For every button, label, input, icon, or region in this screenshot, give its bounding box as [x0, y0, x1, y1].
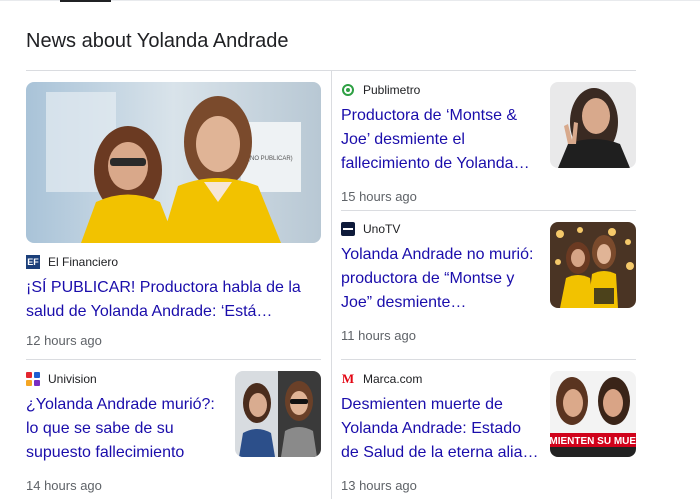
article-card-publimetro: Publimetro Productora de ‘Montse & Joe’ … [341, 82, 541, 204]
article-source: EF El Financiero [26, 254, 321, 270]
article-thumbnail-unotv[interactable] [550, 222, 636, 308]
source-name: Publimetro [363, 83, 421, 97]
univision-icon [26, 372, 40, 386]
article-source: UnoTV [341, 221, 541, 237]
article-time: 11 hours ago [341, 328, 416, 343]
article-source: M Marca.com [341, 371, 541, 387]
article-title-link[interactable]: Yolanda Andrade no murió: productora de … [341, 243, 541, 315]
elfinanciero-icon: EF [26, 255, 40, 269]
article-card-unotv: UnoTV Yolanda Andrade no murió: producto… [341, 221, 541, 343]
article-title-link[interactable]: ¡SÍ PUBLICAR! Productora habla de la sal… [26, 276, 321, 324]
publimetro-icon [341, 83, 355, 97]
article-card-elfinanciero: EF El Financiero ¡SÍ PUBLICAR! Productor… [26, 254, 321, 348]
article-time: 14 hours ago [26, 478, 102, 493]
article-thumbnail-univision[interactable] [235, 371, 321, 457]
source-name: Univision [48, 372, 97, 386]
marca-icon: M [341, 371, 355, 386]
source-name: El Financiero [48, 255, 119, 269]
article-time: 13 hours ago [341, 478, 417, 493]
article-thumbnail-publimetro[interactable] [550, 82, 636, 168]
active-tab-indicator [60, 0, 111, 2]
row-divider-right-2 [341, 359, 636, 360]
article-title-link[interactable]: ¿Yolanda Andrade murió?: lo que se sabe … [26, 393, 226, 465]
article-card-marca: M Marca.com Desmienten muerte de Yolanda… [341, 371, 541, 493]
section-heading: News about Yolanda Andrade [26, 30, 289, 52]
article-title-link[interactable]: Desmienten muerte de Yolanda Andrade: Es… [341, 393, 541, 465]
article-source: Publimetro [341, 82, 541, 98]
article-source: Univision [26, 371, 226, 387]
row-divider-right-1 [341, 210, 636, 211]
article-image-elfinanciero[interactable]: (NO PUBLICAR) [26, 82, 321, 243]
unotv-icon [341, 222, 355, 236]
article-title-link[interactable]: Productora de ‘Montse & Joe’ desmiente e… [341, 104, 541, 176]
row-divider-left [26, 359, 321, 360]
article-thumbnail-marca[interactable]: SMIENTEN SU MUER [550, 371, 636, 457]
source-name: UnoTV [363, 222, 401, 236]
article-time: 15 hours ago [341, 189, 417, 204]
article-time: 12 hours ago [26, 333, 102, 348]
source-name: Marca.com [363, 372, 423, 386]
sign-text: (NO PUBLICAR) [248, 156, 293, 162]
column-divider [331, 71, 332, 499]
marca-banner-text: SMIENTEN SU MUER [550, 436, 636, 447]
article-card-univision: Univision ¿Yolanda Andrade murió?: lo qu… [26, 371, 226, 493]
